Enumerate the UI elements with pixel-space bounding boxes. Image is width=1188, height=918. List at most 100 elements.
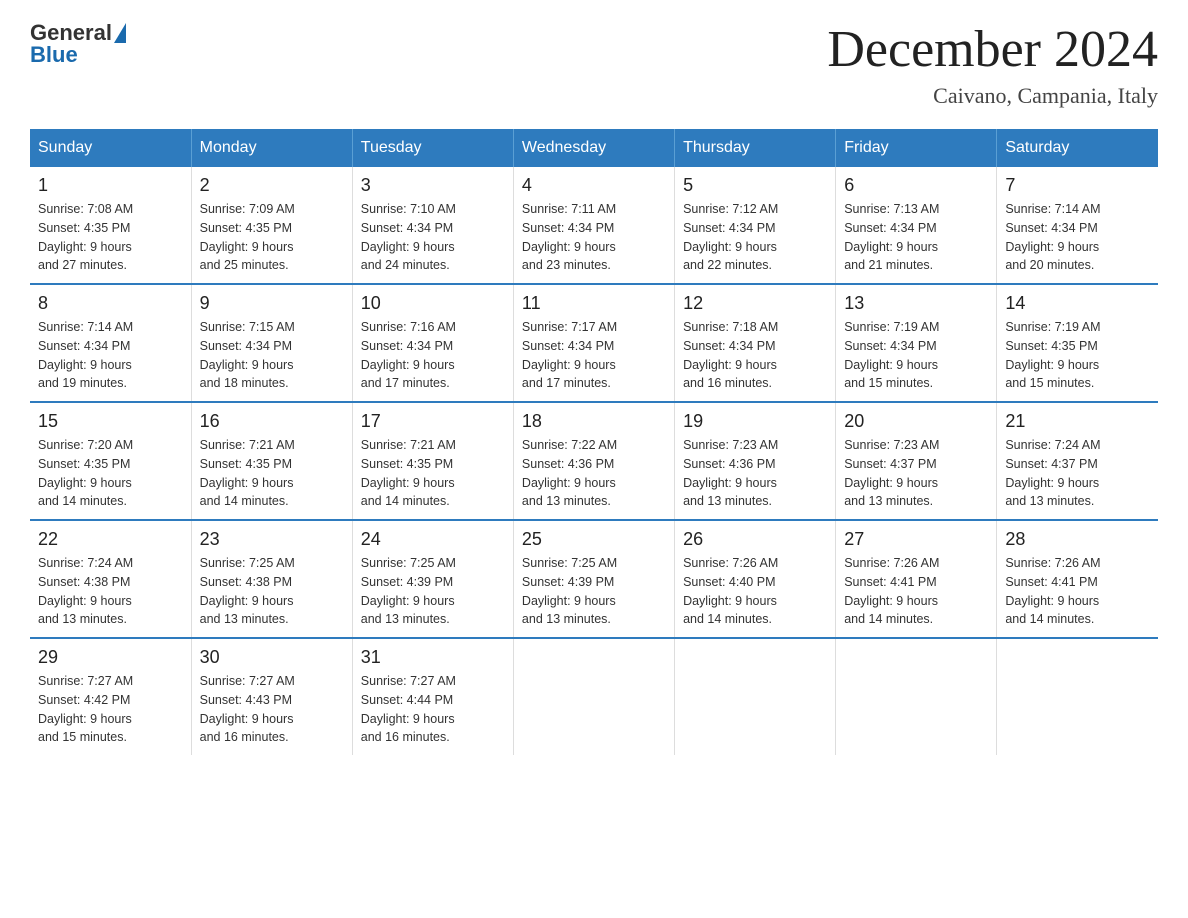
day-info: Sunrise: 7:10 AM Sunset: 4:34 PM Dayligh… <box>361 200 505 275</box>
logo: General Blue <box>30 20 128 68</box>
calendar-cell: 28 Sunrise: 7:26 AM Sunset: 4:41 PM Dayl… <box>997 520 1158 638</box>
day-number: 8 <box>38 293 183 314</box>
day-number: 23 <box>200 529 344 550</box>
calendar-cell: 2 Sunrise: 7:09 AM Sunset: 4:35 PM Dayli… <box>191 167 352 284</box>
day-info: Sunrise: 7:13 AM Sunset: 4:34 PM Dayligh… <box>844 200 988 275</box>
day-number: 1 <box>38 175 183 196</box>
day-header-friday: Friday <box>836 129 997 167</box>
calendar-cell: 12 Sunrise: 7:18 AM Sunset: 4:34 PM Dayl… <box>675 284 836 402</box>
day-number: 29 <box>38 647 183 668</box>
day-info: Sunrise: 7:12 AM Sunset: 4:34 PM Dayligh… <box>683 200 827 275</box>
page-header: General Blue December 2024 Caivano, Camp… <box>30 20 1158 109</box>
day-info: Sunrise: 7:19 AM Sunset: 4:34 PM Dayligh… <box>844 318 988 393</box>
day-number: 3 <box>361 175 505 196</box>
day-info: Sunrise: 7:09 AM Sunset: 4:35 PM Dayligh… <box>200 200 344 275</box>
day-number: 22 <box>38 529 183 550</box>
day-header-thursday: Thursday <box>675 129 836 167</box>
day-info: Sunrise: 7:23 AM Sunset: 4:37 PM Dayligh… <box>844 436 988 511</box>
day-header-monday: Monday <box>191 129 352 167</box>
day-info: Sunrise: 7:24 AM Sunset: 4:37 PM Dayligh… <box>1005 436 1150 511</box>
day-number: 21 <box>1005 411 1150 432</box>
day-number: 20 <box>844 411 988 432</box>
calendar-table: SundayMondayTuesdayWednesdayThursdayFrid… <box>30 129 1158 755</box>
calendar-cell <box>997 638 1158 755</box>
day-info: Sunrise: 7:17 AM Sunset: 4:34 PM Dayligh… <box>522 318 666 393</box>
calendar-cell: 17 Sunrise: 7:21 AM Sunset: 4:35 PM Dayl… <box>352 402 513 520</box>
day-info: Sunrise: 7:27 AM Sunset: 4:44 PM Dayligh… <box>361 672 505 747</box>
day-number: 2 <box>200 175 344 196</box>
day-info: Sunrise: 7:14 AM Sunset: 4:34 PM Dayligh… <box>38 318 183 393</box>
calendar-cell: 16 Sunrise: 7:21 AM Sunset: 4:35 PM Dayl… <box>191 402 352 520</box>
day-number: 12 <box>683 293 827 314</box>
calendar-cell: 24 Sunrise: 7:25 AM Sunset: 4:39 PM Dayl… <box>352 520 513 638</box>
day-number: 26 <box>683 529 827 550</box>
day-number: 24 <box>361 529 505 550</box>
calendar-cell: 20 Sunrise: 7:23 AM Sunset: 4:37 PM Dayl… <box>836 402 997 520</box>
calendar-cell: 31 Sunrise: 7:27 AM Sunset: 4:44 PM Dayl… <box>352 638 513 755</box>
calendar-week-row: 22 Sunrise: 7:24 AM Sunset: 4:38 PM Dayl… <box>30 520 1158 638</box>
calendar-cell: 15 Sunrise: 7:20 AM Sunset: 4:35 PM Dayl… <box>30 402 191 520</box>
calendar-cell: 7 Sunrise: 7:14 AM Sunset: 4:34 PM Dayli… <box>997 167 1158 284</box>
day-number: 9 <box>200 293 344 314</box>
day-number: 27 <box>844 529 988 550</box>
day-number: 16 <box>200 411 344 432</box>
calendar-cell: 25 Sunrise: 7:25 AM Sunset: 4:39 PM Dayl… <box>513 520 674 638</box>
calendar-cell: 29 Sunrise: 7:27 AM Sunset: 4:42 PM Dayl… <box>30 638 191 755</box>
day-number: 13 <box>844 293 988 314</box>
calendar-cell: 5 Sunrise: 7:12 AM Sunset: 4:34 PM Dayli… <box>675 167 836 284</box>
day-number: 25 <box>522 529 666 550</box>
calendar-week-row: 15 Sunrise: 7:20 AM Sunset: 4:35 PM Dayl… <box>30 402 1158 520</box>
calendar-cell: 22 Sunrise: 7:24 AM Sunset: 4:38 PM Dayl… <box>30 520 191 638</box>
day-number: 30 <box>200 647 344 668</box>
calendar-week-row: 8 Sunrise: 7:14 AM Sunset: 4:34 PM Dayli… <box>30 284 1158 402</box>
day-number: 17 <box>361 411 505 432</box>
calendar-cell: 18 Sunrise: 7:22 AM Sunset: 4:36 PM Dayl… <box>513 402 674 520</box>
day-number: 19 <box>683 411 827 432</box>
calendar-header-row: SundayMondayTuesdayWednesdayThursdayFrid… <box>30 129 1158 167</box>
calendar-cell: 30 Sunrise: 7:27 AM Sunset: 4:43 PM Dayl… <box>191 638 352 755</box>
day-header-saturday: Saturday <box>997 129 1158 167</box>
day-number: 18 <box>522 411 666 432</box>
day-info: Sunrise: 7:27 AM Sunset: 4:43 PM Dayligh… <box>200 672 344 747</box>
day-header-sunday: Sunday <box>30 129 191 167</box>
calendar-cell: 8 Sunrise: 7:14 AM Sunset: 4:34 PM Dayli… <box>30 284 191 402</box>
day-info: Sunrise: 7:11 AM Sunset: 4:34 PM Dayligh… <box>522 200 666 275</box>
day-number: 5 <box>683 175 827 196</box>
calendar-cell: 21 Sunrise: 7:24 AM Sunset: 4:37 PM Dayl… <box>997 402 1158 520</box>
day-number: 4 <box>522 175 666 196</box>
calendar-cell: 6 Sunrise: 7:13 AM Sunset: 4:34 PM Dayli… <box>836 167 997 284</box>
day-info: Sunrise: 7:19 AM Sunset: 4:35 PM Dayligh… <box>1005 318 1150 393</box>
day-info: Sunrise: 7:21 AM Sunset: 4:35 PM Dayligh… <box>200 436 344 511</box>
day-info: Sunrise: 7:15 AM Sunset: 4:34 PM Dayligh… <box>200 318 344 393</box>
location-title: Caivano, Campania, Italy <box>827 83 1158 109</box>
calendar-cell: 11 Sunrise: 7:17 AM Sunset: 4:34 PM Dayl… <box>513 284 674 402</box>
day-number: 11 <box>522 293 666 314</box>
day-number: 15 <box>38 411 183 432</box>
day-info: Sunrise: 7:26 AM Sunset: 4:41 PM Dayligh… <box>1005 554 1150 629</box>
day-number: 14 <box>1005 293 1150 314</box>
day-number: 6 <box>844 175 988 196</box>
calendar-cell: 9 Sunrise: 7:15 AM Sunset: 4:34 PM Dayli… <box>191 284 352 402</box>
day-info: Sunrise: 7:16 AM Sunset: 4:34 PM Dayligh… <box>361 318 505 393</box>
day-info: Sunrise: 7:21 AM Sunset: 4:35 PM Dayligh… <box>361 436 505 511</box>
day-header-tuesday: Tuesday <box>352 129 513 167</box>
calendar-cell <box>513 638 674 755</box>
day-info: Sunrise: 7:25 AM Sunset: 4:39 PM Dayligh… <box>361 554 505 629</box>
day-info: Sunrise: 7:24 AM Sunset: 4:38 PM Dayligh… <box>38 554 183 629</box>
month-title: December 2024 <box>827 20 1158 79</box>
day-info: Sunrise: 7:23 AM Sunset: 4:36 PM Dayligh… <box>683 436 827 511</box>
day-info: Sunrise: 7:26 AM Sunset: 4:41 PM Dayligh… <box>844 554 988 629</box>
day-number: 7 <box>1005 175 1150 196</box>
day-info: Sunrise: 7:27 AM Sunset: 4:42 PM Dayligh… <box>38 672 183 747</box>
day-number: 28 <box>1005 529 1150 550</box>
day-info: Sunrise: 7:26 AM Sunset: 4:40 PM Dayligh… <box>683 554 827 629</box>
logo-triangle-icon <box>114 23 126 43</box>
calendar-week-row: 29 Sunrise: 7:27 AM Sunset: 4:42 PM Dayl… <box>30 638 1158 755</box>
calendar-cell <box>836 638 997 755</box>
day-info: Sunrise: 7:14 AM Sunset: 4:34 PM Dayligh… <box>1005 200 1150 275</box>
day-number: 10 <box>361 293 505 314</box>
day-info: Sunrise: 7:08 AM Sunset: 4:35 PM Dayligh… <box>38 200 183 275</box>
calendar-cell: 10 Sunrise: 7:16 AM Sunset: 4:34 PM Dayl… <box>352 284 513 402</box>
day-info: Sunrise: 7:20 AM Sunset: 4:35 PM Dayligh… <box>38 436 183 511</box>
calendar-cell: 1 Sunrise: 7:08 AM Sunset: 4:35 PM Dayli… <box>30 167 191 284</box>
